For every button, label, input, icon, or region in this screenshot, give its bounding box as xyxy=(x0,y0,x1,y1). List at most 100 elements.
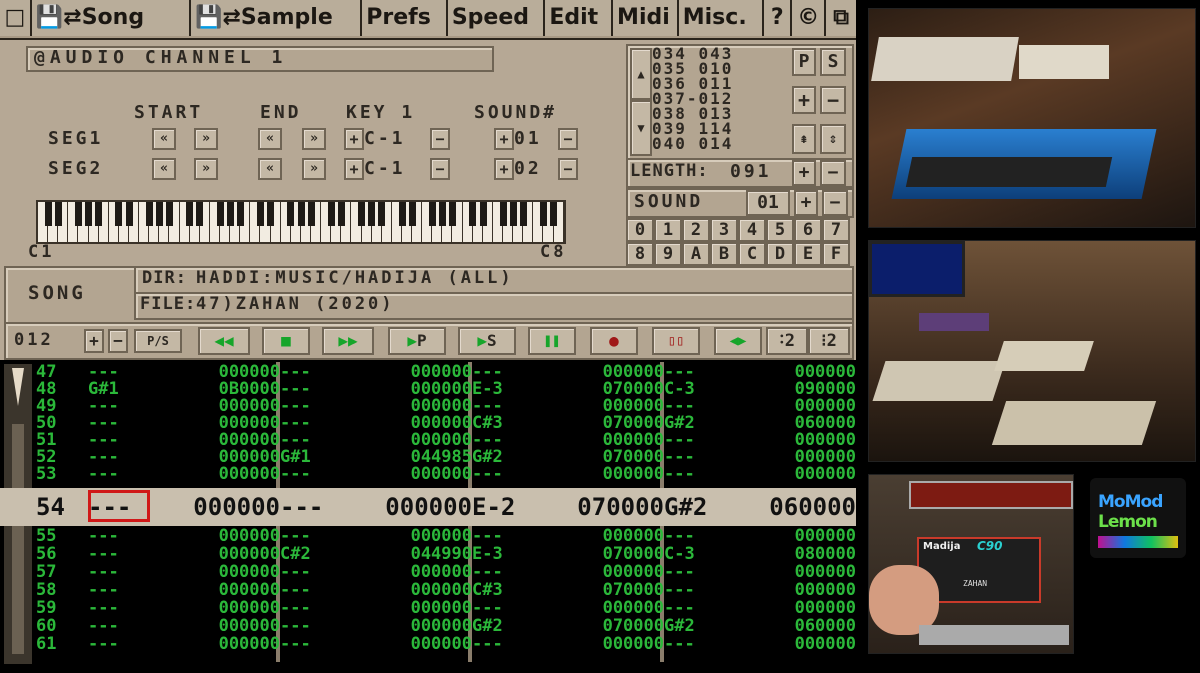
menu-sample[interactable]: 💾⇄Sample xyxy=(191,0,363,36)
record-button[interactable]: ● xyxy=(590,327,638,355)
sound-hex-button-D[interactable]: D xyxy=(766,242,794,266)
seg2-end-inc-button[interactable]: » xyxy=(302,158,326,180)
position-scroll-down-button[interactable]: ▼ xyxy=(630,100,652,156)
effect-cell[interactable]: 000000 xyxy=(172,528,280,545)
note-cell[interactable]: --- xyxy=(88,600,172,617)
note-cell[interactable]: --- xyxy=(664,564,748,581)
effect-cell[interactable]: 000000 xyxy=(748,600,856,617)
sound-hex-button-F[interactable]: F xyxy=(822,242,850,266)
menu-midi[interactable]: Midi xyxy=(613,0,679,36)
position-plus-button[interactable]: + xyxy=(792,86,816,114)
note-cell[interactable]: --- xyxy=(664,636,748,653)
black-key[interactable] xyxy=(145,202,153,226)
sound-hex-button-5[interactable]: 5 xyxy=(766,218,794,242)
effect-cell[interactable]: 000000 xyxy=(364,466,472,483)
effect-cell[interactable]: 000000 xyxy=(364,564,472,581)
menu-window[interactable]: ⧉ xyxy=(826,0,856,36)
effect-cell[interactable]: 000000 xyxy=(556,528,664,545)
seg1-key-inc-button[interactable]: + xyxy=(344,128,364,150)
menu-song[interactable]: 💾⇄Song xyxy=(31,0,192,36)
menu-speed[interactable]: Speed xyxy=(447,0,546,36)
note-cell[interactable]: --- xyxy=(472,564,556,581)
seg1-start-inc-button[interactable]: » xyxy=(194,128,218,150)
seg2-start-dec-button[interactable]: « xyxy=(152,158,176,180)
note-cell[interactable]: --- xyxy=(280,488,368,526)
effect-cell[interactable]: 060000 xyxy=(752,488,856,526)
effect-cell[interactable]: 000000 xyxy=(748,466,856,483)
counter-minus-button[interactable]: − xyxy=(108,329,128,353)
black-key[interactable] xyxy=(429,202,436,226)
black-key[interactable] xyxy=(520,202,528,226)
black-key[interactable] xyxy=(125,202,133,226)
effect-cell[interactable]: 080000 xyxy=(748,546,856,563)
note-cell[interactable]: --- xyxy=(472,528,556,545)
note-cell[interactable]: C#3 xyxy=(472,582,556,599)
pattern-row[interactable]: 56 --- 000000C#2 044990E-3 070000C-3 080000 xyxy=(36,546,856,563)
note-cell[interactable]: E-3 xyxy=(472,546,556,563)
menu-prefs[interactable]: Prefs xyxy=(362,0,448,36)
tracks-button[interactable]: ˸2 xyxy=(766,327,808,355)
black-key[interactable] xyxy=(54,202,62,226)
note-cell[interactable]: --- xyxy=(280,466,364,483)
sound-hex-button-A[interactable]: A xyxy=(682,242,710,266)
position-entry[interactable]: 040 014 xyxy=(652,136,788,152)
black-key[interactable] xyxy=(408,202,416,226)
sound-hex-button-9[interactable]: 9 xyxy=(654,242,682,266)
effect-cell[interactable]: 070000 xyxy=(556,582,664,599)
black-key[interactable] xyxy=(85,202,93,226)
sound-minus-button[interactable]: − xyxy=(822,190,848,216)
piano-keyboard[interactable] xyxy=(36,200,566,244)
sound-hex-button-4[interactable]: 4 xyxy=(738,218,766,242)
effect-cell[interactable]: 000000 xyxy=(556,564,664,581)
effect-cell[interactable]: 000000 xyxy=(748,582,856,599)
seg1-key-dec-button[interactable]: − xyxy=(430,128,450,150)
effect-cell[interactable]: 000000 xyxy=(364,636,472,653)
length-plus-button[interactable]: + xyxy=(792,160,816,186)
note-cell[interactable]: --- xyxy=(280,528,364,545)
black-key[interactable] xyxy=(115,202,123,226)
stop-button[interactable]: ■ xyxy=(262,327,310,355)
sound-hex-button-C[interactable]: C xyxy=(738,242,766,266)
note-cell[interactable]: --- xyxy=(280,564,364,581)
black-key[interactable] xyxy=(439,202,447,226)
effect-cell[interactable]: 000000 xyxy=(176,488,280,526)
effect-cell[interactable]: 000000 xyxy=(172,466,280,483)
pattern-row[interactable]: 61 --- 000000--- 000000--- 000000--- 000000 xyxy=(36,636,856,653)
black-key[interactable] xyxy=(267,202,275,226)
sound-hex-button-8[interactable]: 8 xyxy=(626,242,654,266)
black-key[interactable] xyxy=(550,202,558,226)
black-key[interactable] xyxy=(398,202,406,226)
pause-button[interactable]: ❚❚ xyxy=(528,327,576,355)
effect-cell[interactable]: 000000 xyxy=(172,600,280,617)
black-key[interactable] xyxy=(358,202,366,226)
file-value[interactable]: 47)ZAHAN (2020) xyxy=(196,294,395,314)
black-key[interactable] xyxy=(95,202,103,226)
effect-cell[interactable]: 070000 xyxy=(556,546,664,563)
black-key[interactable] xyxy=(337,202,345,226)
pattern-row[interactable]: 55 --- 000000--- 000000--- 000000--- 000000 xyxy=(36,528,856,545)
black-key[interactable] xyxy=(449,202,457,226)
scroll-thumb[interactable] xyxy=(12,424,24,654)
sound-plus-button[interactable]: + xyxy=(794,190,818,216)
channel-toggle-button[interactable]: ◀▶ xyxy=(714,327,762,355)
note-cell[interactable]: --- xyxy=(88,564,172,581)
seg2-start-inc-button[interactable]: » xyxy=(194,158,218,180)
note-cell[interactable]: G#2 xyxy=(472,618,556,635)
sound-hex-button-3[interactable]: 3 xyxy=(710,218,738,242)
note-cell[interactable]: E-2 xyxy=(472,488,560,526)
effect-cell[interactable]: 000000 xyxy=(556,636,664,653)
note-cell[interactable]: --- xyxy=(88,466,172,483)
seg1-end-inc-button[interactable]: » xyxy=(302,128,326,150)
black-key[interactable] xyxy=(509,202,517,226)
note-cell[interactable]: --- xyxy=(88,546,172,563)
note-cell[interactable]: --- xyxy=(280,582,364,599)
black-key[interactable] xyxy=(368,202,376,226)
black-key[interactable] xyxy=(327,202,335,226)
black-key[interactable] xyxy=(469,202,477,226)
position-scroll-up-button[interactable]: ▲ xyxy=(630,48,652,100)
note-cell[interactable]: --- xyxy=(280,618,364,635)
sound-hex-button-E[interactable]: E xyxy=(794,242,822,266)
effect-cell[interactable]: 000000 xyxy=(364,582,472,599)
seg1-sound-inc-button[interactable]: + xyxy=(494,128,514,150)
black-key[interactable] xyxy=(216,202,224,226)
